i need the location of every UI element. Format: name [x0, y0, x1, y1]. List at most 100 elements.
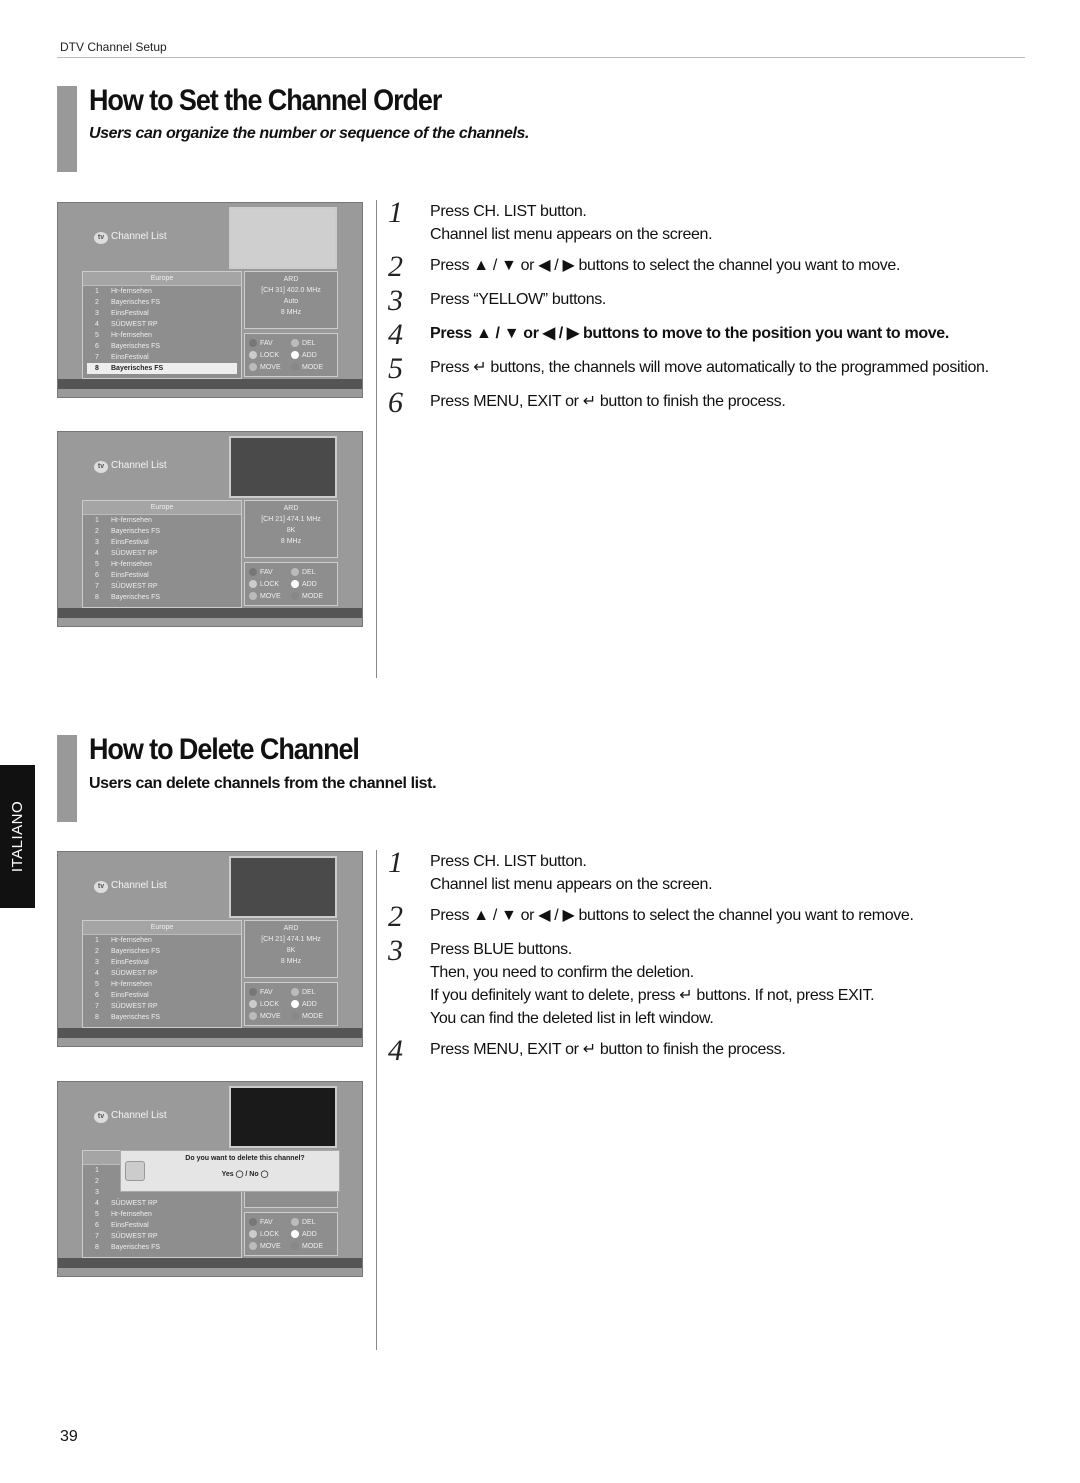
color-key-label: DEL — [302, 339, 316, 347]
channel-name: Hr-fernsehen — [111, 561, 152, 568]
channel-row: 7 SÜDWEST RP — [83, 1231, 241, 1242]
channel-name: Bayerisches FS — [111, 365, 164, 372]
channel-list-title: tv Channel List — [94, 231, 167, 244]
color-key-label: LOCK — [260, 351, 280, 359]
header-divider — [57, 57, 1025, 58]
channel-list-panel: Europe 1 Hr-fernsehen 2 Bayerisches FS 3 EinsF… — [82, 271, 242, 379]
step-line: Press MENU, EXIT or ↵ button to finish t… — [430, 393, 786, 410]
tv-screenshot: tv Channel List Europe 1 Hr-fernsehen 2 Bayeri… — [57, 202, 363, 398]
color-key-item: MODE — [291, 1011, 333, 1021]
channel-number: 4 — [95, 970, 99, 977]
step-item: 6 Press MENU, EXIT or ↵ button to finish … — [388, 388, 1028, 418]
channel-row: 1 Hr-fernsehen — [83, 935, 241, 946]
color-key-label: LOCK — [260, 1230, 280, 1238]
color-key-label: FAV — [260, 988, 273, 996]
page-number: 39 — [60, 1428, 78, 1445]
channel-row: 5 Hr-fernsehen — [83, 979, 241, 990]
channel-number: 5 — [95, 561, 99, 568]
color-key-label: MODE — [302, 1242, 323, 1250]
channel-row: 4 SÜDWEST RP — [83, 548, 241, 559]
channel-info-line: [CH 31] 402.0 MHz — [261, 287, 321, 294]
channel-number: 6 — [95, 992, 99, 999]
color-key-label: DEL — [302, 988, 316, 996]
step-line: Press ↵ buttons, the channels will move … — [430, 359, 989, 376]
color-dot-icon — [291, 1218, 299, 1226]
channel-number: 4 — [95, 321, 99, 328]
color-dot-icon — [291, 988, 299, 996]
channel-list-title: tv Channel List — [94, 1110, 167, 1123]
color-dot-icon — [249, 580, 257, 588]
color-key-legend: FAV DEL LOCK ADD MOVE MODE — [244, 982, 338, 1026]
channel-list-title: tv Channel List — [94, 460, 167, 473]
tv-logo-icon: tv — [94, 232, 108, 244]
step-text: Press ▲ / ▼ or ◀ / ▶ buttons to move to … — [430, 322, 949, 348]
video-preview — [229, 856, 337, 918]
channel-list-title-text: Channel List — [111, 460, 167, 471]
color-key-item: FAV — [249, 338, 291, 348]
color-key-item: MOVE — [249, 1011, 291, 1021]
channel-list-title-text: Channel List — [111, 880, 167, 891]
video-preview — [229, 207, 337, 269]
color-key-legend: FAV DEL LOCK ADD MOVE MODE — [244, 1212, 338, 1256]
channel-list-panel: Europe 1 Hr-fernsehen 2 Bayerisches FS 3 EinsF… — [82, 500, 242, 608]
channel-row: 3 EinsFestival — [83, 957, 241, 968]
channel-row: 1 Hr-fernsehen — [83, 515, 241, 526]
channel-number: 5 — [95, 1211, 99, 1218]
step-line: Press BLUE buttons. — [430, 941, 572, 958]
color-key-item: MODE — [291, 1241, 333, 1251]
channel-number: 3 — [95, 310, 99, 317]
channel-number: 4 — [95, 1200, 99, 1207]
color-dot-icon — [291, 580, 299, 588]
step-item: 1 Press CH. LIST button. Channel list menu… — [388, 848, 1028, 896]
channel-name: Hr-fernsehen — [111, 288, 152, 295]
color-dot-icon — [291, 1242, 299, 1250]
channel-number: 7 — [95, 1233, 99, 1240]
running-header: DTV Channel Setup — [60, 40, 167, 54]
channel-number: 2 — [95, 528, 99, 535]
channel-name: Hr-fernsehen — [111, 981, 152, 988]
channel-row: 2 Bayerisches FS — [83, 297, 241, 308]
dialog-options: Yes ◯ / No ◯ — [151, 1167, 339, 1183]
color-key-item: DEL — [291, 987, 333, 997]
channel-number: 2 — [95, 1178, 99, 1185]
color-key-label: DEL — [302, 568, 316, 576]
color-dot-icon — [249, 1242, 257, 1250]
channel-name: Hr-fernsehen — [111, 332, 152, 339]
color-dot-icon — [249, 1230, 257, 1238]
channel-info-line: ARD — [283, 276, 299, 283]
channel-number: 7 — [95, 354, 99, 361]
color-key-item: FAV — [249, 567, 291, 577]
video-preview — [229, 436, 337, 498]
step-text: Press MENU, EXIT or ↵ button to finish t… — [430, 390, 786, 416]
color-key-item: LOCK — [249, 579, 291, 589]
color-key-label: MOVE — [260, 1012, 281, 1020]
step-line: Press “YELLOW” buttons. — [430, 291, 607, 308]
channel-number: 5 — [95, 332, 99, 339]
channel-name: EinsFestival — [111, 354, 149, 361]
step-item: 4 Press MENU, EXIT or ↵ button to finish … — [388, 1036, 1028, 1066]
color-key-item: MOVE — [249, 1241, 291, 1251]
channel-list-title: tv Channel List — [94, 880, 167, 893]
channel-number: 6 — [95, 572, 99, 579]
channel-row: 5 Hr-fernsehen — [83, 330, 241, 341]
channel-number: 8 — [95, 594, 99, 601]
tv-screenshot: tv Channel List Europe 1 Hr-fernsehen 2 Bayeri… — [57, 431, 363, 627]
step-item: 3 Press “YELLOW” buttons. — [388, 286, 1028, 316]
dialog-no: No — [249, 1171, 259, 1178]
color-dot-icon — [291, 592, 299, 600]
step-line: Press ▲ / ▼ or ◀ / ▶ buttons to move to … — [430, 325, 949, 342]
channel-number: 8 — [95, 365, 99, 372]
column-divider — [376, 200, 377, 678]
channel-name: Hr-fernsehen — [111, 517, 152, 524]
column-divider — [376, 850, 377, 1350]
channel-number: 7 — [95, 1003, 99, 1010]
step-text: Press CH. LIST button. Channel list menu … — [430, 200, 713, 246]
channel-name: Bayerisches FS — [111, 1014, 161, 1021]
color-key-label: LOCK — [260, 580, 280, 588]
channel-name: EinsFestival — [111, 310, 149, 317]
channel-number: 8 — [95, 1014, 99, 1021]
color-key-label: ADD — [302, 1230, 317, 1238]
channel-number: 1 — [95, 288, 99, 295]
channel-name: Bayerisches FS — [111, 528, 161, 535]
channel-info-line: 8K — [286, 947, 296, 954]
